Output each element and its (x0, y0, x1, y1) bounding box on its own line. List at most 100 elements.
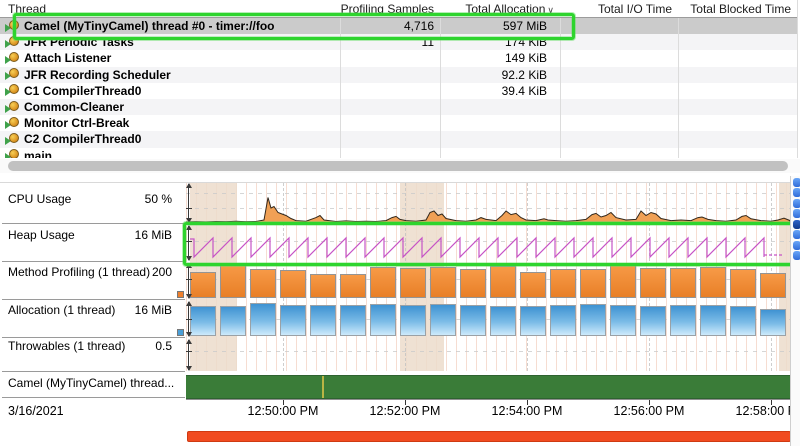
col-header-io[interactable]: Total I/O Time (560, 2, 678, 16)
value-axis (188, 184, 189, 222)
thread-icon (5, 117, 20, 130)
method-bar[interactable] (190, 272, 216, 298)
thread-name-cell: main (0, 149, 340, 158)
alloc-bar[interactable] (310, 305, 336, 336)
alloc-bar[interactable] (610, 305, 636, 336)
alloc-bar[interactable] (190, 306, 216, 336)
scrollbar-thumb[interactable] (8, 161, 788, 171)
label-row-divider (2, 299, 185, 300)
side-panel-icon[interactable] (793, 209, 800, 218)
alloc-bar[interactable] (520, 306, 546, 336)
column-divider (797, 0, 798, 158)
side-panel-icon[interactable] (793, 241, 800, 250)
axis-scale-label: 16 MiB (135, 303, 172, 317)
alloc-bar[interactable] (490, 306, 516, 336)
method-bar[interactable] (670, 268, 696, 298)
alloc-bar[interactable] (220, 306, 246, 336)
thread-name-cell: Monitor Ctrl-Break (0, 116, 340, 130)
axis-scale-label: 0.5 (155, 339, 172, 353)
method-bar[interactable] (730, 269, 756, 298)
method-bar[interactable] (700, 267, 726, 298)
event-marker (322, 376, 324, 398)
alloc-bar[interactable] (730, 306, 756, 336)
method-bar[interactable] (580, 269, 606, 298)
method-bar[interactable] (250, 269, 276, 298)
side-panel-icon[interactable] (793, 230, 800, 239)
annotation-box-heap-graph (183, 222, 798, 266)
graph-label: Method Profiling (1 thread) (8, 265, 150, 279)
time-axis-label: 12:56:00 PM (614, 404, 685, 418)
label-row-divider (2, 397, 185, 398)
thread-name: main (24, 149, 52, 158)
thread-name-cell: JFR Recording Scheduler (0, 68, 340, 82)
method-bar[interactable] (280, 270, 306, 298)
alloc-bar[interactable] (670, 305, 696, 336)
side-panel-icon[interactable] (793, 220, 800, 229)
timeline-scrollbar-thumb[interactable] (187, 431, 791, 442)
col-header-blocked[interactable]: Total Blocked Time (678, 2, 797, 16)
thread-name: Common-Cleaner (24, 100, 124, 114)
alloc-bar[interactable] (370, 304, 396, 336)
allocation-cell: 39.4 KiB (440, 84, 560, 98)
graph-cpu[interactable] (186, 183, 790, 223)
thread-icon (5, 52, 20, 65)
graph-label: Camel (MyTinyCamel) thread... (8, 376, 174, 390)
alloc-bar[interactable] (250, 303, 276, 336)
alloc-bar[interactable] (550, 305, 576, 336)
side-panel-icon[interactable] (793, 188, 800, 197)
alloc-bar[interactable] (430, 304, 456, 336)
method-bar[interactable] (220, 264, 246, 298)
label-row-divider (2, 261, 185, 262)
time-axis-label: 12:50:00 PM (248, 404, 319, 418)
alloc-bar[interactable] (700, 305, 726, 336)
alloc-bar[interactable] (640, 306, 666, 336)
alloc-bar[interactable] (340, 305, 366, 336)
graph-alloc[interactable] (186, 301, 790, 337)
method-bar[interactable] (340, 274, 366, 298)
method-bar[interactable] (520, 272, 546, 298)
method-bar[interactable] (400, 268, 426, 298)
thread-name: Attach Listener (24, 51, 111, 65)
thread-icon (5, 84, 20, 97)
axis-scale-label: 16 MiB (135, 228, 172, 242)
graph-throw[interactable] (186, 339, 790, 371)
thread-name: C2 CompilerThread0 (24, 132, 141, 146)
side-panel-icon[interactable] (793, 199, 800, 208)
label-row-divider (2, 337, 185, 338)
alloc-bar[interactable] (280, 305, 306, 336)
method-bar[interactable] (430, 267, 456, 298)
side-panel-icon[interactable] (793, 251, 800, 260)
axis-scale-label: 50 % (145, 192, 172, 206)
method-bar[interactable] (370, 267, 396, 298)
thread-state-bar[interactable] (186, 375, 790, 399)
time-axis-label: 12:54:00 PM (492, 404, 563, 418)
alloc-bar[interactable] (460, 305, 486, 336)
thread-icon (5, 149, 20, 158)
graph-label: Allocation (1 thread) (8, 303, 115, 317)
date-label: 3/16/2021 (8, 404, 64, 418)
series-color-chip (177, 329, 184, 336)
method-bar[interactable] (640, 268, 666, 298)
thread-name-cell: C2 CompilerThread0 (0, 132, 340, 146)
axis-tick (186, 351, 192, 352)
graph-method[interactable] (186, 263, 790, 299)
method-bar[interactable] (550, 269, 576, 298)
side-panel-icon[interactable] (793, 178, 800, 187)
allocation-cell: 92.2 KiB (440, 68, 560, 82)
series-color-chip (177, 291, 184, 298)
method-bar[interactable] (760, 273, 786, 298)
label-row-divider (2, 371, 185, 372)
alloc-bar[interactable] (580, 304, 606, 336)
method-bar[interactable] (310, 274, 336, 298)
method-bar[interactable] (460, 269, 486, 298)
axis-tick (186, 279, 192, 280)
annotation-box-selected-thread (13, 13, 575, 40)
alloc-bar[interactable] (400, 305, 426, 336)
value-axis (188, 264, 189, 298)
thread-icon (5, 133, 20, 146)
method-bar[interactable] (610, 264, 636, 298)
method-bar[interactable] (490, 266, 516, 298)
graph-thread[interactable] (186, 375, 790, 397)
time-axis-label: 12:52:00 PM (370, 404, 441, 418)
alloc-bar[interactable] (760, 309, 786, 336)
